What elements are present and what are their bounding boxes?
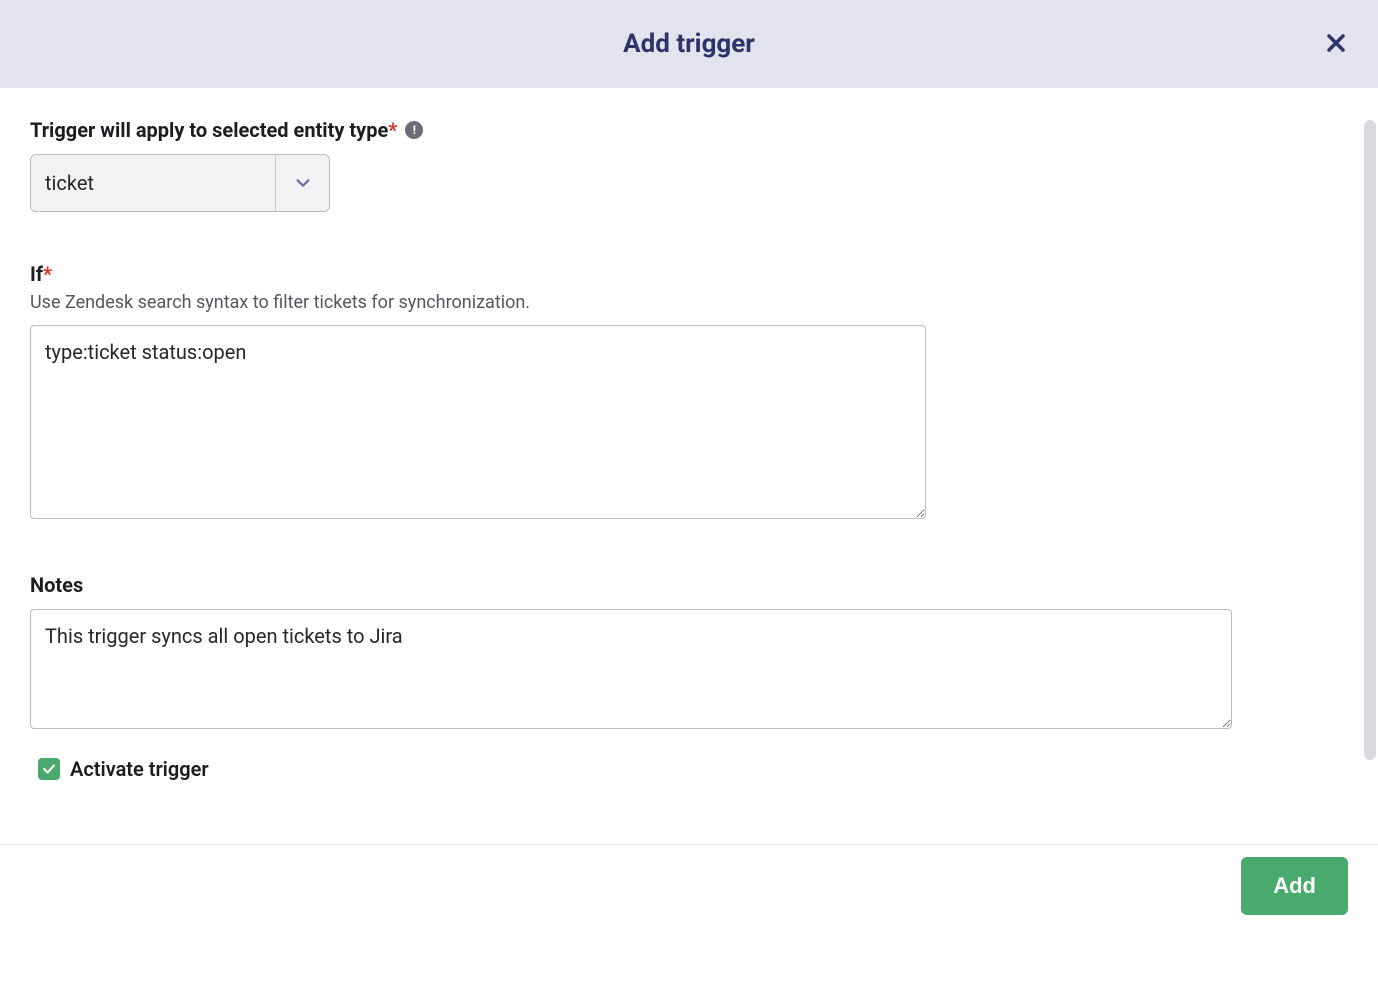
entity-type-selected-value: ticket (31, 155, 275, 211)
chevron-down-icon (275, 155, 329, 211)
notes-textarea[interactable] (30, 609, 1232, 729)
activate-trigger-label: Activate trigger (70, 757, 209, 781)
entity-type-label: Trigger will apply to selected entity ty… (30, 118, 1348, 142)
entity-type-field-group: Trigger will apply to selected entity ty… (30, 118, 1348, 212)
add-button[interactable]: Add (1241, 857, 1348, 915)
entity-type-label-text: Trigger will apply to selected entity ty… (30, 118, 388, 142)
check-icon (42, 762, 56, 776)
info-icon[interactable]: ! (405, 121, 423, 139)
close-icon (1326, 28, 1346, 59)
close-button[interactable] (1322, 26, 1350, 62)
notes-field-group: Notes (30, 573, 1348, 733)
required-asterisk: * (388, 118, 397, 142)
scrollbar-thumb[interactable] (1364, 120, 1376, 760)
if-help-text: Use Zendesk search syntax to filter tick… (30, 292, 1348, 313)
add-trigger-dialog: Add trigger Trigger will apply to select… (0, 0, 1378, 994)
if-field-group: If* Use Zendesk search syntax to filter … (30, 262, 1348, 523)
entity-type-select[interactable]: ticket (30, 154, 330, 212)
dialog-footer: Add (0, 844, 1378, 994)
activate-trigger-row: Activate trigger (30, 757, 1348, 781)
required-asterisk: * (43, 262, 52, 286)
notes-label: Notes (30, 573, 1348, 597)
dialog-body: Trigger will apply to selected entity ty… (0, 88, 1378, 844)
activate-trigger-checkbox[interactable] (38, 758, 60, 780)
if-textarea[interactable] (30, 325, 926, 519)
if-label: If* (30, 262, 1348, 286)
dialog-header: Add trigger (0, 0, 1378, 88)
if-label-text: If (30, 262, 43, 286)
dialog-title: Add trigger (623, 29, 755, 59)
